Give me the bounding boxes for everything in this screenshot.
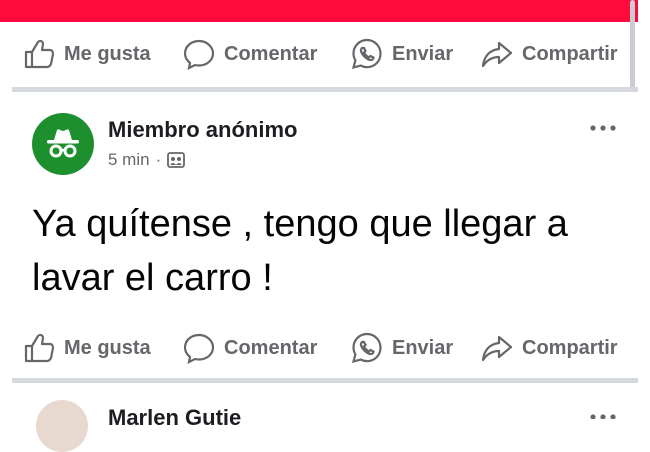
send-label: Enviar: [392, 42, 454, 65]
post-text: Ya quítense , tengo que llegar a lavar e…: [32, 203, 568, 299]
thumbs-up-icon: [24, 39, 55, 69]
whatsapp-icon: [351, 332, 382, 364]
previous-post-action-bar: Me gusta Comentar Enviar Compartir: [0, 34, 650, 74]
share-label: Compartir: [522, 336, 618, 359]
meta-separator: ·: [155, 150, 162, 169]
post-time[interactable]: 5 min: [108, 150, 150, 170]
anonymous-avatar[interactable]: [32, 113, 94, 175]
author-name[interactable]: Miembro anónimo: [108, 117, 297, 143]
comment-label: Comentar: [224, 336, 318, 359]
thumbs-up-icon: [24, 333, 55, 363]
comment-label: Comentar: [224, 42, 318, 65]
incognito-icon: [47, 129, 79, 158]
post-separator: [12, 378, 638, 383]
top-banner: [0, 0, 638, 22]
post-meta: 5 min ·: [108, 150, 186, 170]
send-label: Enviar: [392, 336, 454, 359]
like-label: Me gusta: [64, 42, 151, 65]
like-label: Me gusta: [64, 336, 151, 359]
share-arrow-icon: [481, 335, 513, 362]
share-button[interactable]: Compartir: [480, 328, 618, 368]
post-separator: [12, 87, 638, 92]
like-button[interactable]: Me gusta: [22, 34, 151, 74]
more-options-icon[interactable]: [586, 407, 620, 419]
send-button[interactable]: Enviar: [350, 328, 453, 368]
send-button[interactable]: Enviar: [350, 34, 453, 74]
group-members-icon: [167, 152, 186, 168]
next-post-avatar[interactable]: [36, 400, 88, 452]
next-post-author[interactable]: Marlen Gutie: [108, 405, 241, 431]
share-button[interactable]: Compartir: [480, 34, 618, 74]
speech-bubble-icon: [183, 333, 215, 364]
share-arrow-icon: [481, 41, 513, 68]
comment-button[interactable]: Comentar: [182, 34, 317, 74]
speech-bubble-icon: [183, 39, 215, 70]
post-action-bar: Me gusta Comentar Enviar Compartir: [0, 328, 650, 368]
share-label: Compartir: [522, 42, 618, 65]
more-options-icon[interactable]: [586, 118, 620, 138]
whatsapp-icon: [351, 38, 382, 70]
like-button[interactable]: Me gusta: [22, 328, 151, 368]
comment-button[interactable]: Comentar: [182, 328, 317, 368]
